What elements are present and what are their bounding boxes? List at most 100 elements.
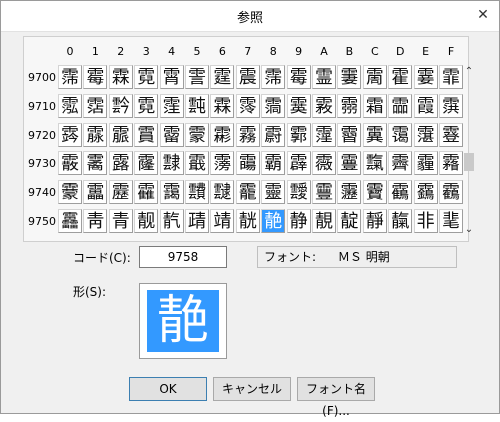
character-cell[interactable]: 靅 [185,180,209,205]
character-cell[interactable]: 靕 [185,209,209,233]
character-cell[interactable]: 霥 [185,122,209,147]
character-cell[interactable]: 霖 [210,93,235,118]
character-cell[interactable]: 霍 [388,65,413,89]
character-cell[interactable]: 霶 [210,151,235,176]
character-cell[interactable]: 靆 [210,180,235,205]
character-cell[interactable]: 霩 [286,122,311,147]
character-cell[interactable]: 靓 [134,209,159,233]
character-cell[interactable]: 露 [108,151,133,176]
character-cell[interactable]: 霝 [388,93,413,118]
character-cell[interactable]: 霸 [261,151,286,176]
character-cell[interactable]: 霅 [185,65,209,89]
character-cell[interactable]: 霉 [83,65,108,89]
character-cell[interactable]: 霖 [108,65,133,89]
character-cell[interactable]: 靗 [235,209,260,233]
character-cell[interactable]: 霛 [337,93,362,118]
character-cell[interactable]: 霻 [337,151,362,176]
close-icon[interactable]: ✕ [473,6,493,24]
scroll-up-icon[interactable]: ⌃ [462,65,476,79]
character-cell[interactable]: 霌 [362,65,387,89]
ok-button[interactable]: OK [129,377,207,401]
code-input[interactable]: 9758 [139,246,227,268]
character-cell[interactable]: 非 [413,209,438,233]
character-cell[interactable]: 霼 [362,151,387,176]
character-cell[interactable]: 霢 [108,122,133,147]
character-cell[interactable]: 靌 [362,180,387,205]
character-cell[interactable]: 靋 [337,180,362,205]
character-cell[interactable]: 霔 [159,93,184,118]
character-cell[interactable]: 霬 [362,122,387,147]
character-cell[interactable]: 霨 [261,122,286,147]
character-cell[interactable]: 霒 [108,93,133,118]
character-cell[interactable]: 靚 [312,209,336,233]
character-cell[interactable]: 霳 [134,151,159,176]
character-cell[interactable]: 霤 [159,122,184,147]
character-cell[interactable]: 霘 [261,93,286,118]
character-cell[interactable]: 霮 [413,122,438,147]
character-cell[interactable]: 靟 [439,209,463,233]
character-cell[interactable]: 靀 [58,180,82,205]
character-cell[interactable]: 霞 [413,93,438,118]
character-cell[interactable]: 霠 [58,122,82,147]
scroll-down-icon[interactable]: ⌄ [462,223,476,237]
character-cell[interactable]: 靂 [108,180,133,205]
character-cell[interactable]: 霱 [83,151,108,176]
character-cell[interactable]: 霆 [210,65,235,89]
scroll-thumb[interactable] [464,153,474,171]
character-cell[interactable]: 霐 [58,93,82,118]
character-cell[interactable]: 霺 [312,151,336,176]
character-cell[interactable]: 霦 [210,122,235,147]
character-cell[interactable]: 霓 [134,93,159,118]
character-cell[interactable]: 霪 [312,122,336,147]
character-cell[interactable]: 靐 [58,209,82,233]
character-cell[interactable]: 靑 [83,209,108,233]
character-cell[interactable]: 靉 [286,180,311,205]
character-cell[interactable]: 靝 [388,209,413,233]
character-cell[interactable]: 霰 [58,151,82,176]
character-cell[interactable]: 靈 [261,180,286,205]
grid-scrollbar[interactable]: ⌃ ⌄ [462,65,476,237]
character-cell[interactable]: 靔 [159,209,184,233]
character-cell[interactable]: 青 [108,209,133,233]
character-cell[interactable]: 静 [286,209,311,233]
character-cell[interactable]: 霹 [286,151,311,176]
character-cell[interactable]: 霊 [312,65,336,89]
character-cell[interactable]: 靜 [362,209,387,233]
character-cell[interactable]: 霟 [439,93,463,118]
character-cell[interactable]: 靇 [235,180,260,205]
character-cell[interactable]: 靊 [312,180,336,205]
character-cell[interactable]: 靍 [388,180,413,205]
character-cell[interactable]: 霙 [286,93,311,118]
character-cell[interactable]: 霧 [235,122,260,147]
character-cell[interactable]: 霎 [413,65,438,89]
character-cell[interactable]: 靃 [134,180,159,205]
character-cell[interactable]: 霷 [235,151,260,176]
character-cell[interactable]: 霄 [159,65,184,89]
character-cell[interactable]: 靎 [413,180,438,205]
character-cell[interactable]: 霭 [388,122,413,147]
character-cell[interactable]: 靖 [210,209,235,233]
character-cell[interactable]: 霴 [159,151,184,176]
character-cell[interactable]: 霋 [337,65,362,89]
character-cell[interactable]: 霈 [58,65,82,89]
character-cell[interactable]: 霓 [134,65,159,89]
character-cell[interactable]: 霽 [388,151,413,176]
character-cell[interactable]: 霈 [261,65,286,89]
character-cell[interactable]: 霫 [337,122,362,147]
character-cell[interactable]: 靁 [83,180,108,205]
character-cell[interactable]: 靏 [439,180,463,205]
character-cell[interactable]: 靄 [159,180,184,205]
cancel-button[interactable]: キャンセル [213,377,291,401]
character-cell[interactable]: 霵 [185,151,209,176]
character-cell[interactable]: 靛 [337,209,362,233]
character-cell[interactable]: 靘 [261,209,286,233]
character-cell[interactable]: 霿 [439,151,463,176]
character-cell[interactable]: 霚 [312,93,336,118]
character-cell[interactable]: 霡 [83,122,108,147]
character-cell[interactable]: 霯 [439,122,463,147]
character-cell[interactable]: 霾 [413,151,438,176]
character-cell[interactable]: 霣 [134,122,159,147]
character-cell[interactable]: 霕 [185,93,209,118]
character-cell[interactable]: 霜 [362,93,387,118]
character-cell[interactable]: 霗 [235,93,260,118]
